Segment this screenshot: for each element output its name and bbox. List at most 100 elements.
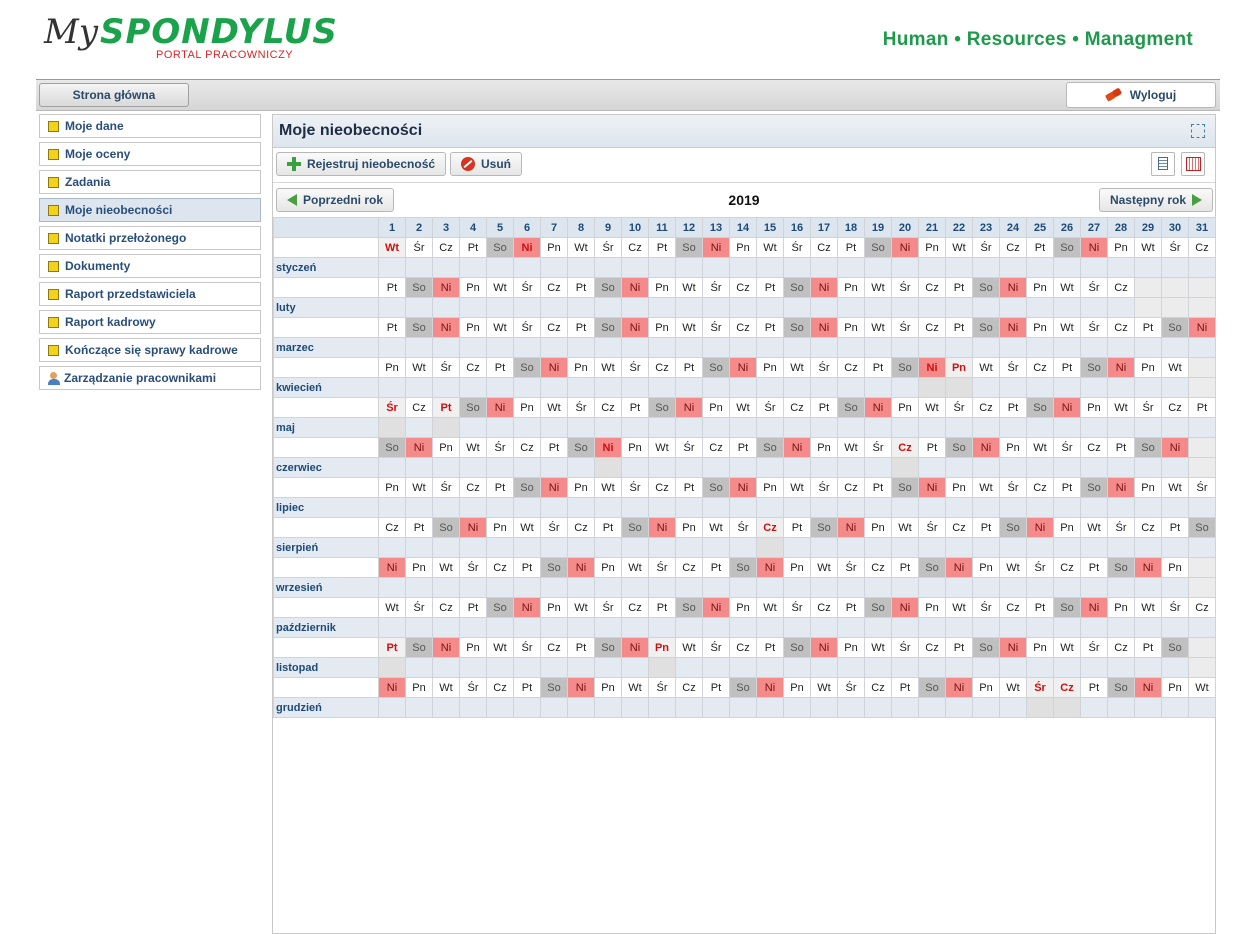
month-day-slot[interactable]: [432, 617, 460, 638]
month-day-slot[interactable]: [648, 337, 676, 358]
month-day-slot[interactable]: [702, 457, 730, 478]
day-cell[interactable]: Pt: [756, 277, 784, 298]
month-day-slot[interactable]: [1107, 657, 1135, 678]
day-cell[interactable]: Pn: [432, 437, 460, 458]
day-cell[interactable]: So: [756, 437, 784, 458]
day-cell[interactable]: So: [405, 637, 433, 658]
month-day-slot[interactable]: [1053, 297, 1081, 318]
day-cell[interactable]: Śr: [621, 477, 649, 498]
day-cell[interactable]: Ni: [378, 677, 406, 698]
month-day-slot[interactable]: [756, 457, 784, 478]
month-day-slot[interactable]: [405, 297, 433, 318]
day-cell[interactable]: Ni: [945, 557, 973, 578]
day-cell[interactable]: So: [594, 277, 622, 298]
day-cell[interactable]: So: [675, 237, 703, 258]
day-cell[interactable]: Cz: [432, 237, 460, 258]
month-day-slot[interactable]: [999, 297, 1027, 318]
day-cell[interactable]: Pn: [1134, 477, 1162, 498]
day-cell[interactable]: So: [972, 277, 1000, 298]
month-day-slot[interactable]: [891, 377, 919, 398]
month-day-slot[interactable]: [1134, 417, 1162, 438]
day-cell[interactable]: Pn: [459, 277, 487, 298]
month-day-slot[interactable]: [1107, 697, 1135, 718]
day-cell[interactable]: Śr: [999, 477, 1027, 498]
month-day-slot[interactable]: [810, 417, 838, 438]
day-cell[interactable]: Wt: [756, 597, 784, 618]
day-cell[interactable]: Wt: [594, 357, 622, 378]
month-day-slot[interactable]: [945, 377, 973, 398]
month-day-slot[interactable]: [432, 497, 460, 518]
day-cell[interactable]: Śr: [1161, 237, 1189, 258]
month-day-slot[interactable]: [567, 537, 595, 558]
month-day-slot[interactable]: [567, 657, 595, 678]
month-day-slot[interactable]: [1107, 577, 1135, 598]
day-cell[interactable]: Wt: [675, 637, 703, 658]
month-day-slot[interactable]: [567, 457, 595, 478]
month-day-slot[interactable]: [1161, 417, 1189, 438]
day-cell[interactable]: So: [540, 557, 568, 578]
month-day-slot[interactable]: [621, 657, 649, 678]
day-cell[interactable]: Pt: [1053, 477, 1081, 498]
day-cell[interactable]: Pn: [837, 317, 865, 338]
day-cell[interactable]: Wt: [945, 237, 973, 258]
day-cell[interactable]: Śr: [999, 357, 1027, 378]
day-cell[interactable]: Wt: [1080, 517, 1108, 538]
day-cell[interactable]: So: [945, 437, 973, 458]
day-cell[interactable]: Ni: [540, 477, 568, 498]
month-day-slot[interactable]: [378, 377, 406, 398]
day-cell[interactable]: Cz: [999, 237, 1027, 258]
day-cell[interactable]: So: [432, 517, 460, 538]
day-cell[interactable]: Cz: [594, 397, 622, 418]
day-cell[interactable]: Pt: [459, 597, 487, 618]
day-cell[interactable]: Wt: [540, 397, 568, 418]
day-cell[interactable]: Pn: [594, 677, 622, 698]
day-cell[interactable]: Wt: [999, 677, 1027, 698]
month-day-slot[interactable]: [945, 577, 973, 598]
month-day-slot[interactable]: [891, 577, 919, 598]
day-cell[interactable]: Pn: [891, 397, 919, 418]
month-day-slot[interactable]: [783, 617, 811, 638]
month-day-slot[interactable]: [945, 297, 973, 318]
day-cell[interactable]: Ni: [1080, 237, 1108, 258]
day-cell[interactable]: Wt: [432, 557, 460, 578]
logout-button[interactable]: Wyloguj: [1066, 82, 1216, 108]
month-day-slot[interactable]: [756, 697, 784, 718]
month-day-slot[interactable]: [378, 497, 406, 518]
month-day-slot[interactable]: [621, 497, 649, 518]
month-day-slot[interactable]: [378, 617, 406, 638]
month-day-slot[interactable]: [1026, 457, 1054, 478]
month-day-slot[interactable]: [1080, 657, 1108, 678]
sidebar-item[interactable]: Zadania: [39, 170, 261, 194]
day-cell[interactable]: Wt: [513, 517, 541, 538]
month-day-slot[interactable]: [810, 617, 838, 638]
day-cell[interactable]: Wt: [432, 677, 460, 698]
month-day-slot[interactable]: [972, 697, 1000, 718]
day-cell[interactable]: Ni: [594, 437, 622, 458]
day-cell[interactable]: Cz: [459, 357, 487, 378]
day-cell[interactable]: Cz: [540, 277, 568, 298]
day-cell[interactable]: Śr: [540, 517, 568, 538]
month-day-slot[interactable]: [1188, 337, 1216, 358]
day-cell[interactable]: Wt: [945, 597, 973, 618]
day-cell[interactable]: Ni: [756, 677, 784, 698]
month-day-slot[interactable]: [972, 417, 1000, 438]
month-day-slot[interactable]: [999, 497, 1027, 518]
month-day-slot[interactable]: [810, 497, 838, 518]
month-day-slot[interactable]: [1107, 537, 1135, 558]
day-cell[interactable]: Ni: [729, 477, 757, 498]
month-day-slot[interactable]: [1161, 297, 1189, 318]
month-day-slot[interactable]: [621, 617, 649, 638]
day-cell[interactable]: Cz: [1026, 357, 1054, 378]
month-day-slot[interactable]: [486, 577, 514, 598]
day-cell[interactable]: Wt: [486, 277, 514, 298]
month-day-slot[interactable]: [459, 457, 487, 478]
month-day-slot[interactable]: [864, 457, 892, 478]
month-day-slot[interactable]: [621, 377, 649, 398]
day-cell[interactable]: Cz: [1080, 437, 1108, 458]
month-day-slot[interactable]: [864, 417, 892, 438]
day-cell[interactable]: Ni: [810, 277, 838, 298]
month-day-slot[interactable]: [486, 457, 514, 478]
day-cell[interactable]: So: [486, 237, 514, 258]
day-cell[interactable]: Wt: [918, 397, 946, 418]
day-cell[interactable]: So: [729, 677, 757, 698]
